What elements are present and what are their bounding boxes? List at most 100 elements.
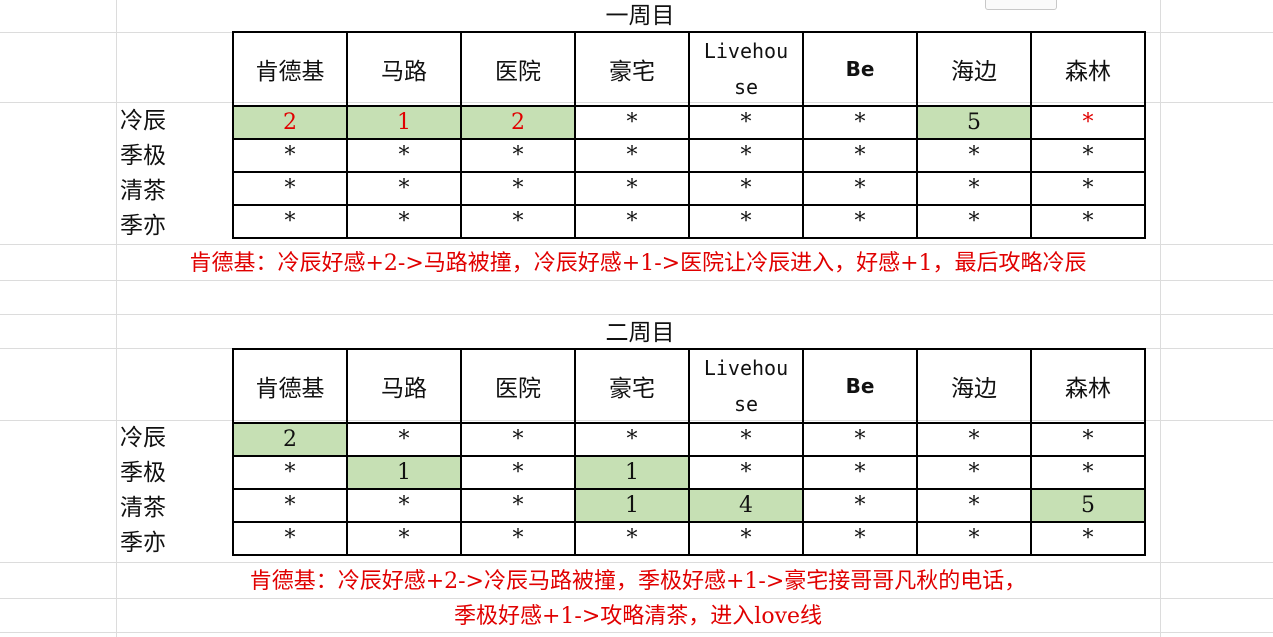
data-cell[interactable]: * [802,455,918,490]
cycle2-table: 肯德基 马路 医院 豪宅 Livehou se Be 海边 森林 2 * * *… [232,348,1146,556]
header-cell[interactable]: 马路 [346,31,462,107]
data-cell[interactable]: * [688,422,804,457]
data-cell[interactable]: 4 [688,488,804,523]
data-cell[interactable]: 2 [232,422,348,457]
data-cell[interactable]: * [346,521,462,556]
data-cell[interactable]: * [574,422,690,457]
header-cell[interactable]: 海边 [916,348,1032,424]
header-cell[interactable]: 森林 [1030,31,1146,107]
header-cell[interactable]: 医院 [460,31,576,107]
header-cell[interactable]: 豪宅 [574,31,690,107]
row-label[interactable]: 清茶 [120,174,230,209]
data-cell[interactable]: * [802,488,918,523]
header-cell[interactable]: 肯德基 [232,348,348,424]
data-cell[interactable]: * [802,171,918,206]
data-cell[interactable]: * [688,455,804,490]
header-cell[interactable]: 马路 [346,348,462,424]
header-cell[interactable]: 森林 [1030,348,1146,424]
data-cell[interactable]: * [460,521,576,556]
data-cell[interactable]: * [916,488,1032,523]
data-cell[interactable]: * [916,422,1032,457]
cycle1-title: 一周目 [605,3,675,29]
data-cell[interactable]: * [346,488,462,523]
data-cell[interactable]: * [460,488,576,523]
data-cell[interactable]: * [802,521,918,556]
data-cell[interactable]: * [460,204,576,239]
cycle2-note-line1[interactable]: 肯德基：冷辰好感+2->冷辰马路被撞，季极好感+1->豪宅接哥哥凡秋的电话， [116,565,1160,599]
data-cell[interactable]: 5 [916,105,1032,140]
data-cell[interactable]: * [232,488,348,523]
data-cell[interactable]: * [802,422,918,457]
header-cell[interactable]: 医院 [460,348,576,424]
header-cell[interactable]: Livehou se [688,31,804,107]
data-cell[interactable]: * [346,138,462,173]
row-label[interactable]: 冷辰 [120,104,230,139]
data-cell[interactable]: * [574,521,690,556]
cycle2-note-line2[interactable]: 季极好感+1->攻略清茶，进入love线 [116,600,1160,634]
data-cell[interactable]: * [460,422,576,457]
data-cell[interactable]: * [232,171,348,206]
data-cell[interactable]: * [232,204,348,239]
data-cell[interactable]: * [688,204,804,239]
header-cell[interactable]: Be [802,348,918,424]
row-label[interactable]: 季极 [120,139,230,174]
data-cell[interactable]: * [802,204,918,239]
header-cell[interactable]: 豪宅 [574,348,690,424]
header-cell[interactable]: 肯德基 [232,31,348,107]
data-cell[interactable]: 5 [1030,488,1146,523]
row-label[interactable]: 冷辰 [120,421,230,456]
data-cell[interactable]: * [460,455,576,490]
header-cell[interactable]: 海边 [916,31,1032,107]
data-cell[interactable]: * [574,105,690,140]
data-cell[interactable]: * [232,521,348,556]
data-cell[interactable]: * [688,521,804,556]
data-cell[interactable]: * [1030,521,1146,556]
data-cell[interactable]: 1 [346,455,462,490]
data-cell[interactable]: * [574,204,690,239]
data-cell[interactable]: * [460,138,576,173]
data-cell[interactable]: * [574,171,690,206]
cycle1-table: 肯德基 马路 医院 豪宅 Livehou se Be 海边 森林 2 1 2 *… [232,31,1146,239]
data-cell[interactable]: * [460,171,576,206]
data-cell[interactable]: * [1030,105,1146,140]
row-label[interactable]: 季亦 [120,209,230,244]
toolbar-button[interactable] [985,0,1057,10]
data-cell[interactable]: * [916,521,1032,556]
data-cell[interactable]: * [1030,138,1146,173]
cycle1-note[interactable]: 肯德基：冷辰好感+2->马路被撞，冷辰好感+1->医院让冷辰进入，好感+1，最后… [116,247,1160,281]
data-cell[interactable]: * [916,138,1032,173]
data-cell[interactable]: * [346,204,462,239]
cycle1-row-labels: 冷辰 季极 清茶 季亦 [120,104,230,244]
row-label[interactable]: 季亦 [120,526,230,561]
data-cell[interactable]: * [688,171,804,206]
data-cell[interactable]: * [574,138,690,173]
header-cell[interactable]: Livehou se [688,348,804,424]
data-cell[interactable]: * [802,138,918,173]
data-cell[interactable]: * [1030,422,1146,457]
data-cell[interactable]: * [346,422,462,457]
row-label[interactable]: 清茶 [120,491,230,526]
cycle2-row-labels: 冷辰 季极 清茶 季亦 [120,421,230,561]
data-cell[interactable]: * [1030,204,1146,239]
data-cell[interactable]: * [1030,171,1146,206]
data-cell[interactable]: * [916,455,1032,490]
data-cell[interactable]: * [232,455,348,490]
sheet-gridline [1160,0,1161,637]
data-cell[interactable]: 2 [232,105,348,140]
sheet-gridline [0,562,1273,563]
data-cell[interactable]: * [688,105,804,140]
data-cell[interactable]: * [688,138,804,173]
data-cell[interactable]: 2 [460,105,576,140]
cycle2-title: 二周目 [605,320,675,346]
data-cell[interactable]: * [1030,455,1146,490]
header-cell[interactable]: Be [802,31,918,107]
data-cell[interactable]: * [916,171,1032,206]
data-cell[interactable]: 1 [346,105,462,140]
data-cell[interactable]: * [232,138,348,173]
data-cell[interactable]: 1 [574,488,690,523]
data-cell[interactable]: 1 [574,455,690,490]
row-label[interactable]: 季极 [120,456,230,491]
data-cell[interactable]: * [802,105,918,140]
data-cell[interactable]: * [346,171,462,206]
data-cell[interactable]: * [916,204,1032,239]
